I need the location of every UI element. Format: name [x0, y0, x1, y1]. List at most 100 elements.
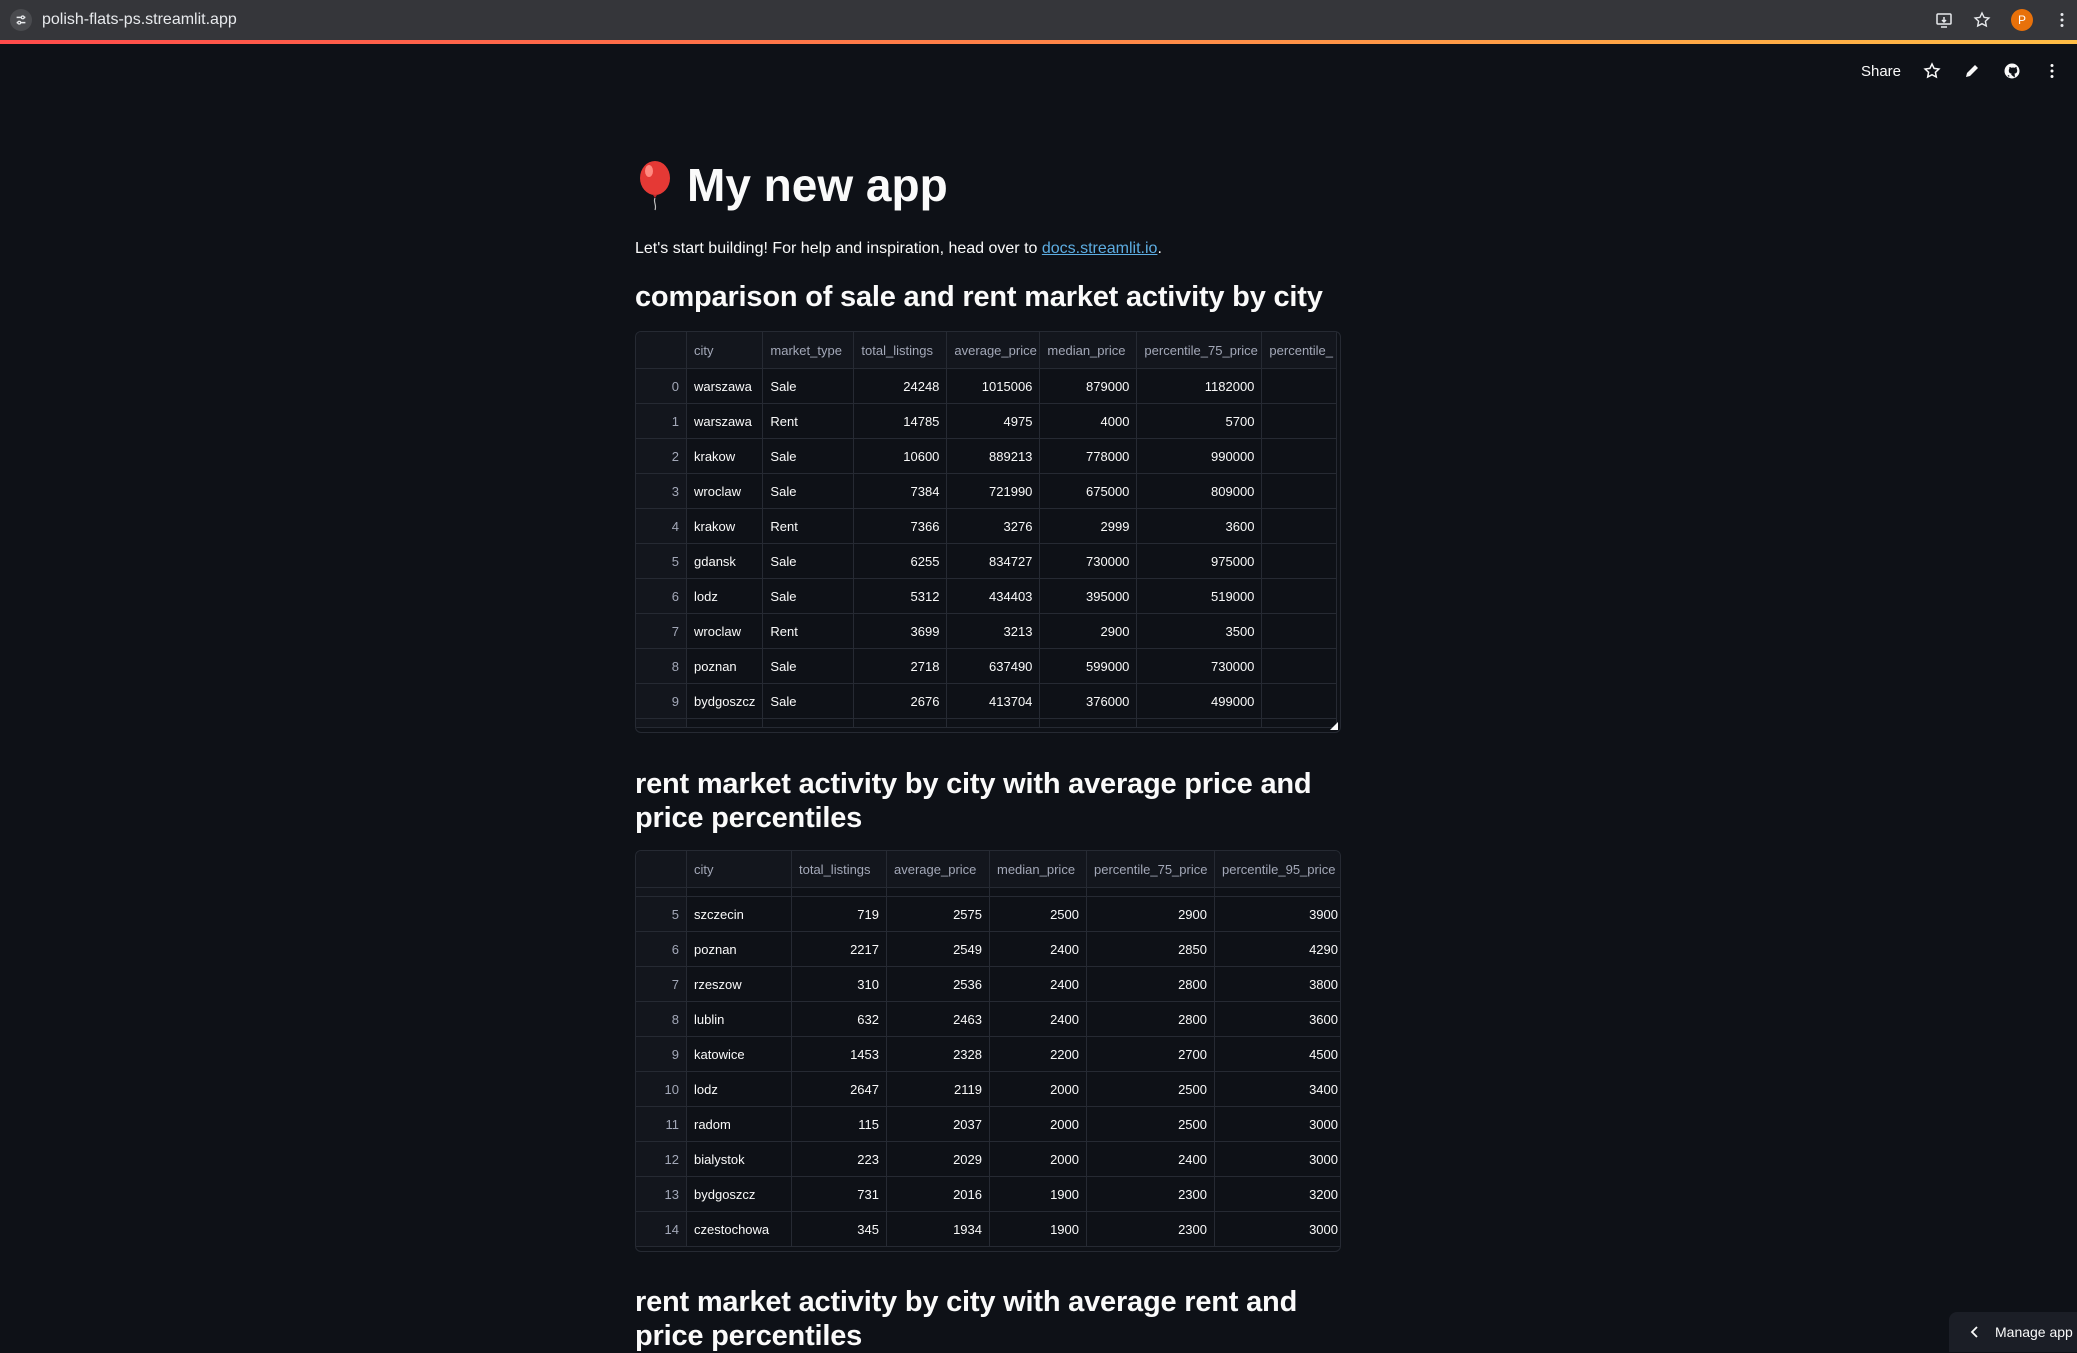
- table-row[interactable]: 14 czestochowa 345 1934 1900 2300 3000: [636, 1211, 1340, 1247]
- table-cell[interactable]: Rent: [762, 508, 855, 544]
- row-index[interactable]: 4: [636, 508, 687, 544]
- table-cell[interactable]: [1261, 543, 1338, 579]
- column-header[interactable]: median_price: [1039, 332, 1138, 369]
- row-index[interactable]: 9: [636, 1036, 687, 1072]
- row-index[interactable]: 2: [636, 438, 687, 474]
- kebab-menu-icon[interactable]: [2053, 11, 2071, 29]
- table-cell[interactable]: [1261, 403, 1338, 439]
- table-cell[interactable]: Rent: [762, 403, 855, 439]
- row-index[interactable]: 14: [636, 1211, 687, 1247]
- table-cell[interactable]: lublin: [686, 1001, 792, 1037]
- table-cell[interactable]: 5312: [853, 578, 948, 614]
- column-header[interactable]: percentile_75_price: [1136, 332, 1263, 369]
- table-cell[interactable]: 879000: [1039, 368, 1138, 404]
- table-row[interactable]: 13 bydgoszcz 731 2016 1900 2300 3200: [636, 1176, 1340, 1212]
- table-cell[interactable]: 14785: [853, 403, 948, 439]
- column-header[interactable]: market_type: [762, 332, 855, 369]
- star-icon[interactable]: [1923, 62, 1941, 80]
- table-cell[interactable]: 3500: [1136, 613, 1263, 649]
- row-index[interactable]: 6: [636, 578, 687, 614]
- table-cell[interactable]: 1453: [791, 1036, 887, 1072]
- row-index[interactable]: 8: [636, 648, 687, 684]
- table-cell[interactable]: [1261, 438, 1338, 474]
- table-cell[interactable]: 2800: [1086, 1001, 1215, 1037]
- row-index[interactable]: 9: [636, 683, 687, 719]
- docs-link[interactable]: docs.streamlit.io: [1042, 240, 1158, 257]
- table-cell[interactable]: 3600: [1136, 508, 1263, 544]
- table-cell[interactable]: 3000: [1214, 1106, 1340, 1142]
- table-cell[interactable]: 1900: [989, 1211, 1087, 1247]
- table-cell[interactable]: szczecin: [686, 896, 792, 932]
- table-cell[interactable]: 3800: [1214, 966, 1340, 1002]
- site-settings-icon[interactable]: [10, 9, 32, 31]
- table-cell[interactable]: krakow: [686, 438, 764, 474]
- table-row[interactable]: 11 radom 115 2037 2000 2500 3000: [636, 1106, 1340, 1142]
- table-cell[interactable]: warszawa: [686, 403, 764, 439]
- table-row[interactable]: 4 krakow Rent 7366 3276 2999 3600: [636, 508, 1338, 544]
- table-cell[interactable]: wroclaw: [686, 613, 764, 649]
- table-cell[interactable]: 719: [791, 896, 887, 932]
- table-cell[interactable]: Sale: [762, 683, 855, 719]
- manage-app-button[interactable]: Manage app: [1949, 1312, 2077, 1352]
- table-cell[interactable]: rzeszow: [686, 966, 792, 1002]
- table-row[interactable]: 5 gdansk Sale 6255 834727 730000 975000: [636, 543, 1338, 579]
- table-cell[interactable]: gdansk: [686, 543, 764, 579]
- table-cell[interactable]: 7366: [853, 508, 948, 544]
- row-index[interactable]: 6: [636, 931, 687, 967]
- install-icon[interactable]: [1935, 11, 1953, 29]
- column-header[interactable]: average_price: [886, 851, 990, 888]
- table-row[interactable]: 7 wroclaw Rent 3699 3213 2900 3500: [636, 613, 1338, 649]
- table-cell[interactable]: 4000: [1039, 403, 1138, 439]
- column-header[interactable]: percentile_: [1261, 332, 1338, 369]
- column-header[interactable]: median_price: [989, 851, 1087, 888]
- table-cell[interactable]: 2016: [886, 1176, 990, 1212]
- table-cell[interactable]: [1261, 683, 1338, 719]
- table-cell[interactable]: 675000: [1039, 473, 1138, 509]
- profile-avatar[interactable]: P: [2011, 9, 2033, 31]
- row-index[interactable]: 8: [636, 1001, 687, 1037]
- table-cell[interactable]: 2200: [989, 1036, 1087, 1072]
- table-cell[interactable]: 2500: [989, 896, 1087, 932]
- address-bar-url[interactable]: polish-flats-ps.streamlit.app: [42, 11, 237, 29]
- table-row[interactable]: 12 bialystok 223 2029 2000 2400 3000: [636, 1141, 1340, 1177]
- table-cell[interactable]: 3000: [1214, 1211, 1340, 1247]
- table-cell[interactable]: 2718: [853, 648, 948, 684]
- row-index[interactable]: 13: [636, 1176, 687, 1212]
- table-cell[interactable]: 3900: [1214, 896, 1340, 932]
- table-cell[interactable]: 4290: [1214, 931, 1340, 967]
- table-cell[interactable]: 2800: [1086, 966, 1215, 1002]
- table-cell[interactable]: Rent: [762, 613, 855, 649]
- column-header[interactable]: percentile_75_price: [1086, 851, 1215, 888]
- table-cell[interactable]: poznan: [686, 931, 792, 967]
- table-cell[interactable]: [1261, 368, 1338, 404]
- table-cell[interactable]: 2029: [886, 1141, 990, 1177]
- row-index[interactable]: 5: [636, 896, 687, 932]
- table-cell[interactable]: 3600: [1214, 1001, 1340, 1037]
- row-index[interactable]: 10: [636, 1071, 687, 1107]
- table-cell[interactable]: 1015006: [946, 368, 1041, 404]
- column-header[interactable]: percentile_95_price: [1214, 851, 1340, 888]
- table-cell[interactable]: Sale: [762, 543, 855, 579]
- table-row[interactable]: 2 krakow Sale 10600 889213 778000 990000: [636, 438, 1338, 474]
- table-cell[interactable]: bydgoszcz: [686, 683, 764, 719]
- table-cell[interactable]: radom: [686, 1106, 792, 1142]
- table-cell[interactable]: 2400: [989, 966, 1087, 1002]
- table-cell[interactable]: wroclaw: [686, 473, 764, 509]
- table-cell[interactable]: 3699: [853, 613, 948, 649]
- table-cell[interactable]: 730000: [1136, 648, 1263, 684]
- bookmark-star-icon[interactable]: [1973, 11, 1991, 29]
- table-cell[interactable]: 2000: [989, 1106, 1087, 1142]
- table-cell[interactable]: 499000: [1136, 683, 1263, 719]
- table-cell[interactable]: 2536: [886, 966, 990, 1002]
- column-header[interactable]: city: [686, 851, 792, 888]
- table-row[interactable]: 7 rzeszow 310 2536 2400 2800 3800: [636, 966, 1340, 1002]
- table-cell[interactable]: 2500: [1086, 1071, 1215, 1107]
- table-cell[interactable]: 434403: [946, 578, 1041, 614]
- table-cell[interactable]: 889213: [946, 438, 1041, 474]
- table-cell[interactable]: 2400: [1086, 1141, 1215, 1177]
- row-index[interactable]: 11: [636, 1106, 687, 1142]
- table-cell[interactable]: 809000: [1136, 473, 1263, 509]
- table-cell[interactable]: 3276: [946, 508, 1041, 544]
- dataframe-sale-rent[interactable]: city market_type total_listings average_pri…: [635, 331, 1341, 733]
- main-menu-icon[interactable]: [2043, 62, 2061, 80]
